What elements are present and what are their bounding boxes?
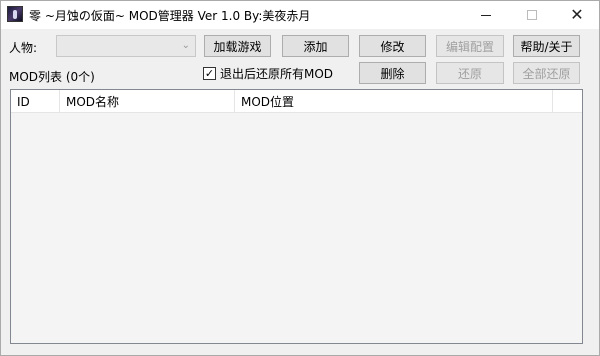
close-icon: ✕ (570, 5, 584, 24)
character-select: ⌄ (56, 35, 196, 57)
title-bar[interactable]: 零 ~月蚀の仮面~ MOD管理器 Ver 1.0 By:美夜赤月 ✕ (1, 1, 599, 29)
edit-config-button: 编辑配置 (436, 35, 504, 57)
delete-button[interactable]: 删除 (359, 62, 426, 84)
close-button[interactable]: ✕ (554, 1, 600, 29)
minimize-button[interactable] (463, 1, 509, 29)
window-title: 零 ~月蚀の仮面~ MOD管理器 Ver 1.0 By:美夜赤月 (29, 9, 311, 23)
chevron-down-icon: ⌄ (181, 40, 190, 51)
restore-button: 还原 (436, 62, 504, 84)
minimize-icon (481, 14, 491, 16)
column-header-filler (553, 90, 582, 113)
maximize-button (509, 1, 555, 29)
restore-on-exit-label: 退出后还原所有MOD (220, 66, 334, 81)
help-about-button[interactable]: 帮助/关于 (513, 35, 580, 57)
restore-all-button: 全部还原 (513, 62, 580, 84)
table-body[interactable] (11, 113, 582, 343)
restore-on-exit-checkbox[interactable]: ✓ 退出后还原所有MOD (203, 65, 333, 81)
character-label: 人物: (9, 41, 38, 55)
modify-button[interactable]: 修改 (359, 35, 426, 57)
mod-list-label: MOD列表 (0个) (9, 70, 95, 84)
app-icon (7, 6, 23, 22)
mod-list-table[interactable]: ID MOD名称 MOD位置 (10, 89, 583, 344)
column-header-mod-location[interactable]: MOD位置 (235, 90, 553, 113)
column-header-id[interactable]: ID (11, 90, 60, 113)
add-button[interactable]: 添加 (282, 35, 349, 57)
checkbox-check-icon[interactable]: ✓ (203, 66, 216, 80)
column-header-mod-name[interactable]: MOD名称 (60, 90, 235, 113)
load-game-button[interactable]: 加载游戏 (204, 35, 271, 57)
table-header: ID MOD名称 MOD位置 (11, 90, 582, 113)
maximize-icon (527, 10, 537, 20)
main-window: 零 ~月蚀の仮面~ MOD管理器 Ver 1.0 By:美夜赤月 ✕ 人物: ⌄… (0, 0, 600, 356)
